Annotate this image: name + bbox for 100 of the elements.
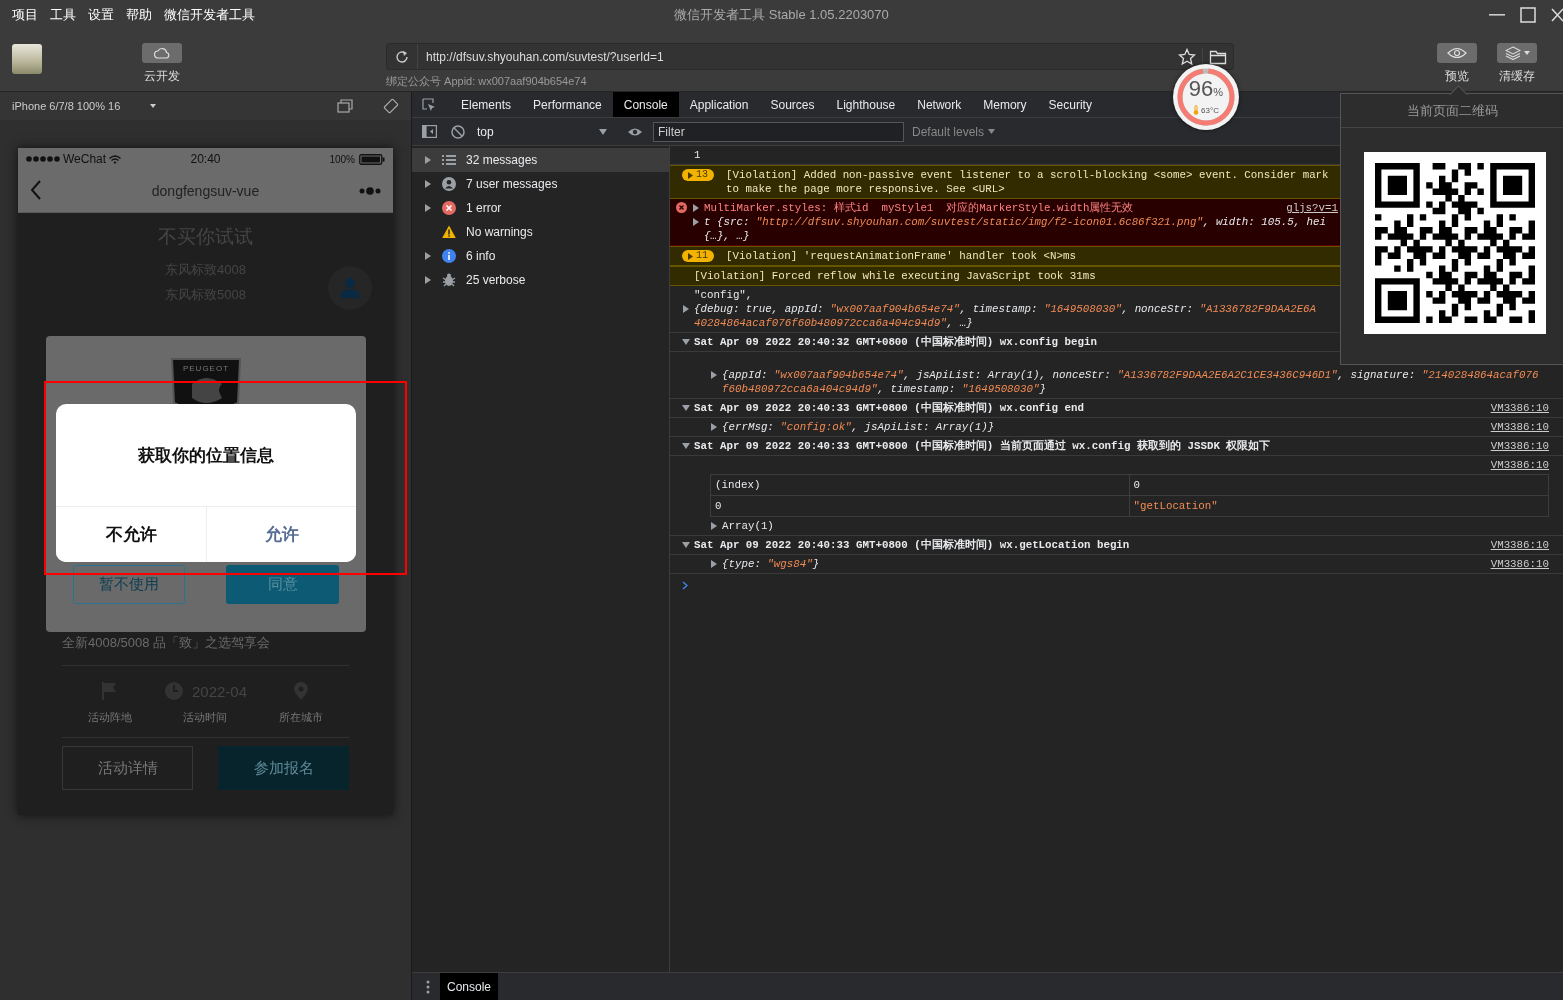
drawer-menu-icon[interactable] xyxy=(426,979,430,994)
cloud-button[interactable] xyxy=(142,43,182,63)
thermometer-icon xyxy=(1193,105,1200,115)
source-link[interactable]: VM3386:10 xyxy=(1478,420,1549,434)
info-label: 所在城市 xyxy=(279,710,324,725)
devtools-tab[interactable]: Application xyxy=(678,92,760,117)
expand-caret-icon[interactable] xyxy=(682,404,690,412)
context-select[interactable]: top xyxy=(477,124,613,139)
devtools-tab[interactable]: Lighthouse xyxy=(825,92,907,117)
close-icon[interactable] xyxy=(1551,7,1563,23)
popout-icon[interactable] xyxy=(337,99,353,113)
sidebar-toggle-icon[interactable] xyxy=(422,125,437,138)
count-badge[interactable]: 11 xyxy=(682,250,714,262)
caret-icon xyxy=(1523,51,1530,55)
source-link[interactable]: gljs?v=1 xyxy=(1274,201,1338,215)
menu-item[interactable]: 工具 xyxy=(44,6,82,24)
menu-item[interactable]: 微信开发者工具 xyxy=(158,6,261,24)
object-preview: {errMsg: "config:ok", jsApiList: Array(1)} xyxy=(722,420,995,434)
array-summary: Array(1) xyxy=(722,519,774,533)
temperature-text: 63°C xyxy=(1201,105,1219,115)
inspect-icon[interactable] xyxy=(422,97,436,112)
error-icon xyxy=(442,201,456,215)
photo-placeholder xyxy=(12,44,42,74)
expand-arrow-icon[interactable] xyxy=(424,180,432,188)
folder-icon[interactable] xyxy=(1209,48,1227,65)
devtools-tab[interactable]: Elements xyxy=(450,92,523,117)
primary-button[interactable]: 参加报名 xyxy=(218,746,349,790)
info-icon xyxy=(442,249,456,263)
window-title: 微信开发者工具 Stable 1.05.2203070 xyxy=(674,6,889,24)
expand-caret-icon[interactable] xyxy=(710,371,718,379)
object-preview: {type: "wgs84"} xyxy=(722,557,820,571)
devtools-tab[interactable]: Network xyxy=(906,92,973,117)
person-icon xyxy=(339,277,361,299)
device-selector[interactable]: iPhone 6/7/8 100% 16 xyxy=(12,100,157,112)
more-icon[interactable] xyxy=(359,187,381,195)
url-field[interactable]: http://dfsuv.shyouhan.com/suvtest/?userId=1 xyxy=(418,49,1172,64)
allow-button[interactable]: 允许 xyxy=(206,507,356,562)
source-link[interactable]: VM3386:10 xyxy=(1478,538,1549,552)
rotate-icon[interactable] xyxy=(383,98,399,114)
maximize-icon[interactable] xyxy=(1520,7,1536,23)
filter-field[interactable]: Filter xyxy=(653,121,904,142)
caret-icon xyxy=(688,171,693,179)
info-label: 活动时间 xyxy=(183,710,228,725)
object-preview: {appId: "wx007aaf904b654e74", jsApiList: Array(1), nonceStr: "A1336782F9DAA2E6A2C1CE3436C946D1", signature: "2140284864acaf076 f60b480972cca6a404c94d9", timestamp: "1649508030"} xyxy=(722,368,1539,396)
expand-arrow-icon[interactable] xyxy=(424,204,432,212)
group-title: Sat Apr 09 2022 20:40:32 GMT+0800 (中国标准时间) wx.config begin xyxy=(694,335,1097,349)
devtools-tab[interactable]: Performance xyxy=(522,92,613,117)
sidebar-item[interactable]: 6 info xyxy=(412,244,669,268)
back-icon[interactable] xyxy=(30,179,42,200)
devtools-tab[interactable]: Console xyxy=(612,92,679,117)
expand-caret-icon[interactable] xyxy=(682,305,690,313)
warning-icon xyxy=(442,225,456,239)
error-text: MultiMarker.styles: 样式id myStyle1 对应的MarkerStyle.width属性无效 xyxy=(704,201,1134,215)
source-link[interactable]: VM3386:10 xyxy=(1478,401,1549,415)
devtools-tab[interactable]: Memory xyxy=(972,92,1038,117)
source-link[interactable]: VM3386:10 xyxy=(1478,458,1549,472)
layers-icon xyxy=(1504,46,1521,60)
address-bar[interactable]: http://dfsuv.shyouhan.com/suvtest/?userId=1 xyxy=(386,43,1234,70)
table-cell-text: "getLocation" xyxy=(1132,499,1219,514)
clear-icon[interactable] xyxy=(451,124,465,139)
table-header-cell: (index) xyxy=(711,475,1130,496)
preview-button[interactable] xyxy=(1437,43,1477,63)
user-icon xyxy=(442,177,456,191)
clear-cache-button[interactable] xyxy=(1497,43,1537,63)
source-link[interactable]: VM3386:10 xyxy=(1478,557,1549,571)
expand-arrow-icon[interactable] xyxy=(424,156,432,164)
reload-icon[interactable] xyxy=(395,49,409,64)
menu-item[interactable]: 项目 xyxy=(6,6,44,24)
expand-caret-icon[interactable] xyxy=(710,423,718,431)
logo-text: PEUGEOT xyxy=(181,364,231,373)
devtools-tab[interactable]: Sources xyxy=(759,92,826,117)
expand-caret-icon[interactable] xyxy=(682,442,690,450)
levels-dropdown[interactable]: Default levels xyxy=(912,124,996,139)
expand-caret-icon[interactable] xyxy=(710,522,718,530)
menu-item[interactable]: 设置 xyxy=(82,6,120,24)
expand-caret-icon[interactable] xyxy=(682,541,690,549)
sidebar-item[interactable]: 7 user messages xyxy=(412,172,669,196)
drawer-tab[interactable]: Console xyxy=(440,973,499,1000)
error-icon xyxy=(676,202,687,213)
info-label: 活动阵地 xyxy=(87,710,132,725)
sidebar-item[interactable]: No warnings xyxy=(412,220,669,244)
expand-arrow-icon[interactable] xyxy=(424,276,432,284)
sidebar-item[interactable]: 25 verbose xyxy=(412,268,669,292)
source-link[interactable]: VM3386:10 xyxy=(1478,439,1549,453)
battery-text: 100% xyxy=(329,153,355,165)
expand-caret-icon[interactable] xyxy=(682,338,690,346)
devtools-tab[interactable]: Security xyxy=(1037,92,1103,117)
eye-icon[interactable] xyxy=(627,126,643,137)
outline-button[interactable]: 活动详情 xyxy=(62,746,193,790)
count-badge[interactable]: 13 xyxy=(682,169,714,181)
message-text: [Violation] Added non-passive event listener to a scroll-blocking <some> event. Consider mark to make the page more responsive. See <URL> xyxy=(726,168,1329,196)
cloud-icon xyxy=(154,47,170,59)
menu-item[interactable]: 帮助 xyxy=(120,6,158,24)
sidebar-item[interactable]: 32 messages xyxy=(412,148,669,172)
star-icon[interactable] xyxy=(1178,47,1196,66)
message-text: [Violation] 'requestAnimationFrame' handler took <N>ms xyxy=(726,249,1076,263)
group-title: Sat Apr 09 2022 20:40:33 GMT+0800 (中国标准时间) wx.config end xyxy=(694,401,1084,415)
sidebar-item[interactable]: 1 error xyxy=(412,196,669,220)
expand-caret-icon[interactable] xyxy=(710,560,718,568)
expand-arrow-icon[interactable] xyxy=(424,252,432,260)
